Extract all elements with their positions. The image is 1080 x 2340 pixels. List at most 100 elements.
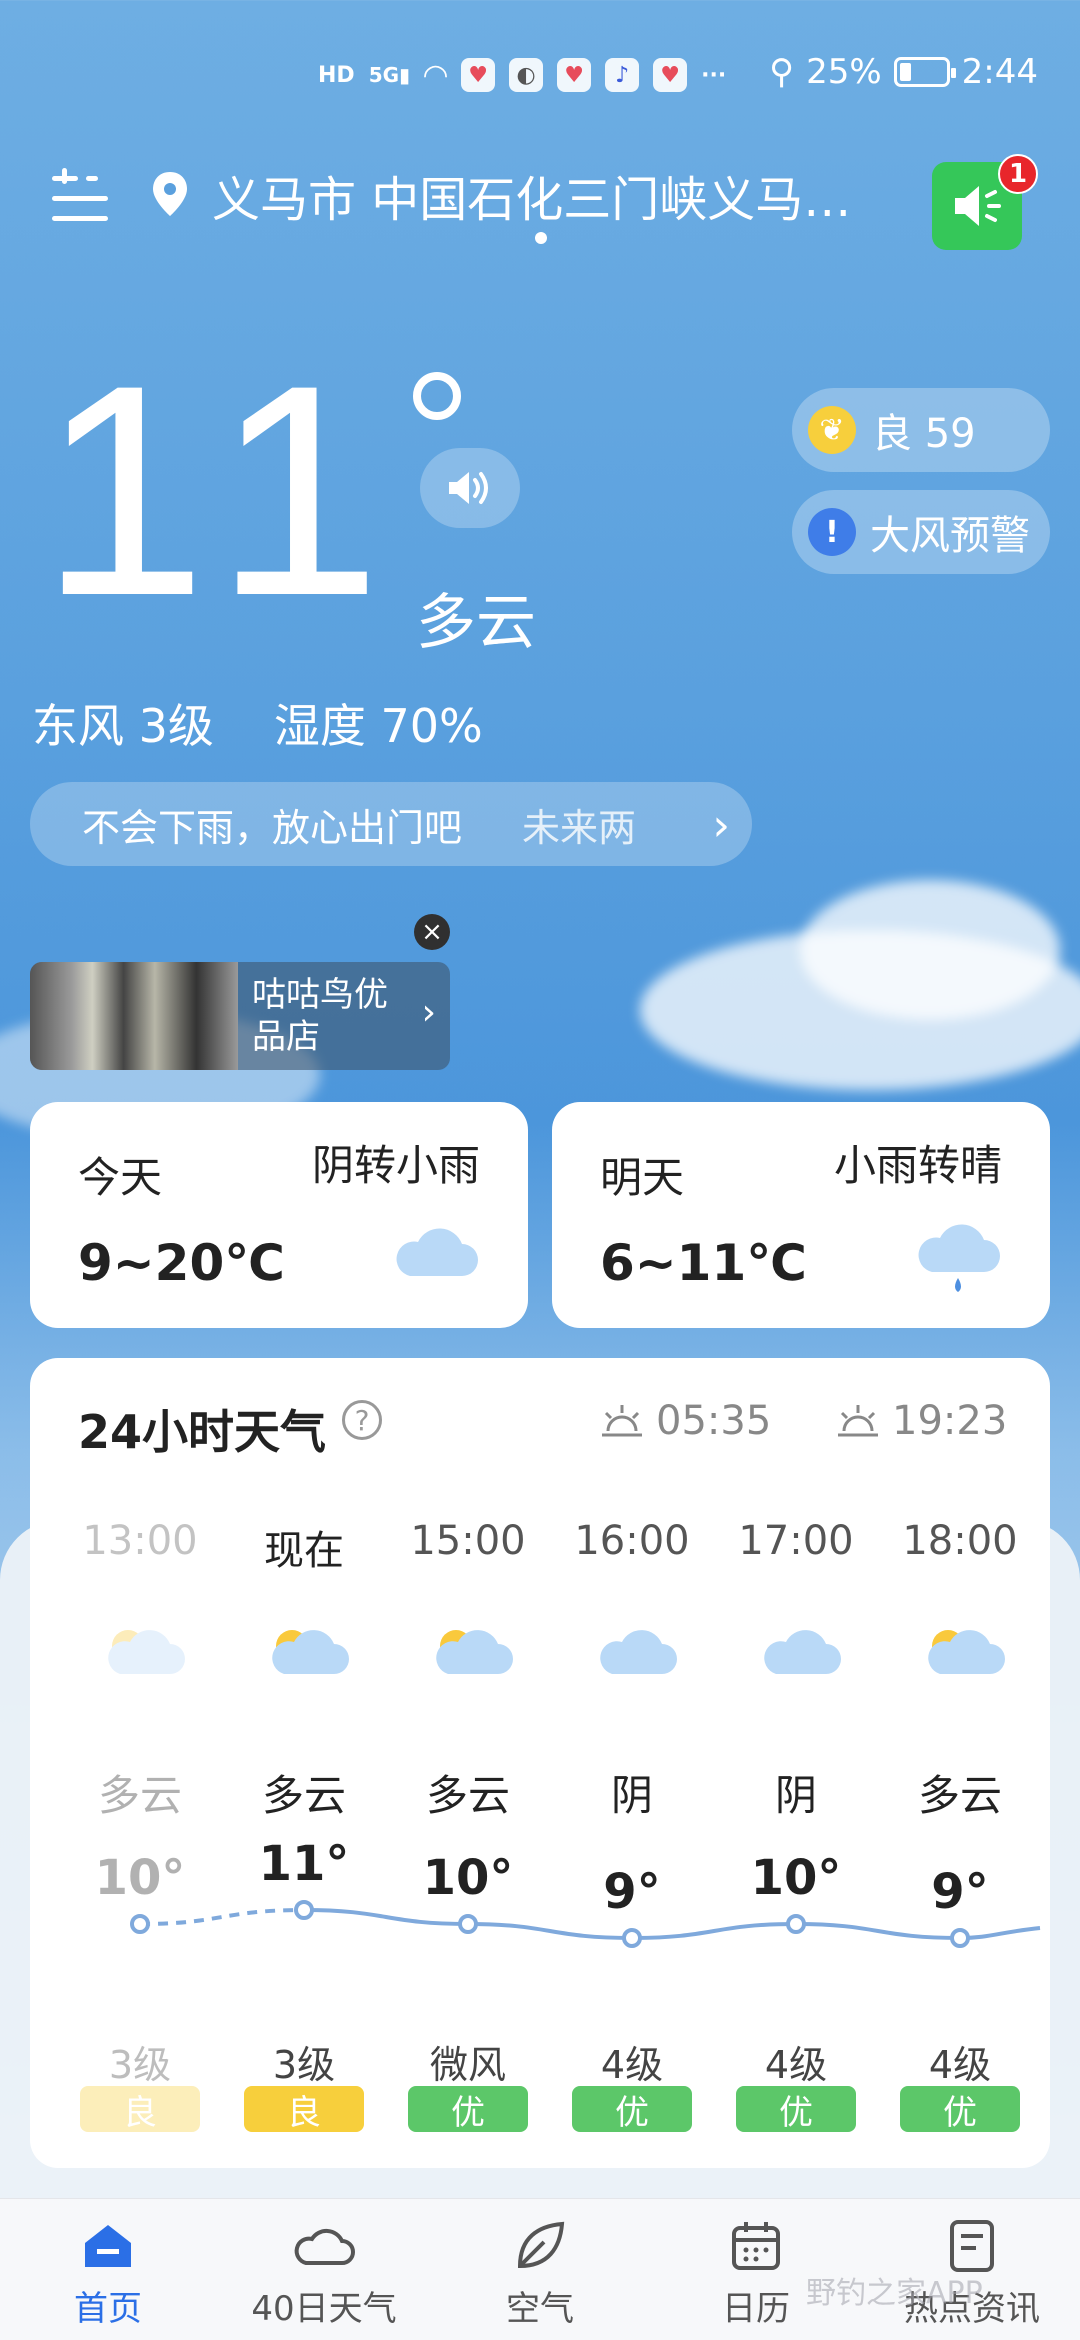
ad-image [30, 962, 238, 1070]
signal-icon: 5G▮ [368, 63, 411, 87]
sunrise-icon [602, 1405, 642, 1437]
temperature-segment [959, 1926, 1041, 1940]
hour-temperature: 9° [931, 1864, 989, 1920]
nav-home-label: 首页 [74, 2289, 142, 2329]
hour-temperature: 11° [258, 1836, 350, 1892]
hour-temperature: 9° [603, 1864, 661, 1920]
aqi-badge[interactable]: ❦ 良 59 [792, 388, 1050, 472]
hour-wind: 4级 [928, 2043, 992, 2087]
nav-home[interactable]: 首页 [18, 2211, 198, 2330]
speaker-icon [955, 186, 1001, 226]
tip-text: 不会下雨，放心出门吧 [82, 805, 463, 850]
sunset-time: 19:23 [892, 1398, 1008, 1444]
location-title[interactable]: 义马市 中国石化三门峡义马… [212, 160, 912, 230]
bg-cloud [800, 880, 1060, 1020]
hour-time: 13:00 [82, 1518, 198, 1564]
temperature-point [130, 1914, 150, 1934]
hour-condition: 多云 [261, 1771, 346, 1820]
chevron-right-icon: › [421, 992, 436, 1033]
ad-banner[interactable]: 咕咕鸟优品店 › [30, 962, 450, 1070]
app-notify-icon: ◐ [509, 58, 544, 92]
news-icon [950, 2220, 994, 2272]
hour-condition: 多云 [917, 1771, 1002, 1820]
nav-40day[interactable]: 40日天气 [234, 2211, 414, 2330]
menu-icon[interactable] [52, 168, 112, 228]
wind-info: 东风 3级 [32, 699, 214, 753]
hour-time: 现在 [264, 1528, 344, 1574]
hourly-item: 15:00 多云 10° 微风优 [386, 1518, 550, 2133]
app-notify-icon: ♥ [557, 58, 592, 92]
hour-temperature: 10° [94, 1850, 186, 1906]
today-label: 今天 [78, 1153, 163, 1202]
hourly-item: 13:00 多云 10° 3级良 [58, 1518, 222, 2133]
help-icon[interactable]: ? [342, 1400, 382, 1440]
cloud-icon [590, 1618, 680, 1686]
temperature-point [622, 1928, 642, 1948]
hour-wind: 4级 [764, 2043, 828, 2087]
degree-symbol [413, 372, 461, 420]
chevron-right-icon: › [712, 800, 730, 851]
temperature-segment [467, 1922, 633, 1940]
hour-time: 16:00 [574, 1518, 690, 1564]
hour-aqi-badge: 优 [408, 2086, 528, 2133]
watermark: 野钓之家APP [806, 2276, 983, 2311]
hour-condition: 阴 [610, 1771, 653, 1820]
hourly-item: 18:00 多云 9° 4级优 [878, 1518, 1042, 2133]
battery-icon [893, 57, 956, 87]
status-icons: HD 5G▮ ◠ ♥ ◐ ♥ ♪ ♥ ··· [318, 58, 726, 93]
temperature-point [786, 1914, 806, 1934]
temperature-segment [795, 1922, 961, 1940]
cloud-icon [754, 1618, 844, 1686]
current-condition: 多云 [416, 588, 536, 658]
read-aloud-button[interactable] [420, 448, 520, 528]
battery-percent: 25% [806, 52, 882, 92]
temperature-point [294, 1900, 314, 1920]
today-card[interactable]: 今天 阴转小雨 9~20℃ [30, 1102, 528, 1328]
sunset: 19:23 [836, 1398, 1007, 1444]
temperature-point [458, 1914, 478, 1934]
ad-title: 咕咕鸟优品店 [252, 975, 388, 1057]
alert-icon: ! [808, 508, 856, 556]
temperature-segment [139, 1908, 305, 1926]
tomorrow-condition: 小雨转晴 [833, 1141, 1002, 1190]
aqi-label: 良 59 [872, 411, 976, 457]
partly-cloudy-icon [98, 1618, 188, 1686]
hour-time: 17:00 [738, 1518, 854, 1564]
wind-warning-badge[interactable]: ! 大风预警 [792, 490, 1050, 574]
hour-wind: 微风 [429, 2043, 506, 2087]
sunrise-time: 05:35 [656, 1398, 772, 1444]
hour-wind: 3级 [272, 2043, 336, 2087]
leaf-icon: ❦ [808, 406, 856, 454]
location-pin-icon [153, 172, 187, 216]
status-bar: HD 5G▮ ◠ ♥ ◐ ♥ ♪ ♥ ··· ⚲ 25% 2:44 [0, 0, 1080, 150]
hour-aqi-badge: 良 [244, 2086, 364, 2133]
cloud-icon [396, 1228, 478, 1276]
tomorrow-range: 6~11℃ [600, 1234, 807, 1292]
page-indicator [535, 232, 547, 244]
hour-time: 15:00 [410, 1518, 526, 1564]
music-icon: ♪ [605, 58, 640, 92]
nav-air[interactable]: 空气 [450, 2211, 630, 2330]
tomorrow-card[interactable]: 明天 小雨转晴 6~11℃ [552, 1102, 1050, 1328]
sunrise: 05:35 [600, 1398, 771, 1444]
hour-wind: 3级 [108, 2043, 172, 2087]
precipitation-tip[interactable]: 不会下雨，放心出门吧 未来两 › [30, 782, 752, 866]
current-temperature: 11 [40, 322, 412, 658]
hour-wind: 4级 [600, 2043, 664, 2087]
hour-condition: 阴 [774, 1771, 817, 1820]
hour-aqi-badge: 优 [900, 2086, 1020, 2133]
hour-aqi-badge: 优 [572, 2086, 692, 2133]
ad-close-button[interactable]: × [414, 914, 450, 950]
hour-temperature: 10° [422, 1850, 514, 1906]
home-icon [85, 2225, 131, 2267]
hourly-item: 现在多云 11° 3级良 [222, 1518, 386, 2133]
sunset-icon [838, 1405, 878, 1437]
tomorrow-label: 明天 [600, 1153, 685, 1202]
clock: 2:44 [961, 52, 1038, 92]
tip-more-text: 未来两 [522, 805, 637, 850]
hour-aqi-badge: 良 [80, 2086, 200, 2133]
cloud-icon [294, 2228, 355, 2265]
hour-aqi-badge: 优 [736, 2086, 856, 2133]
hour-condition: 多云 [97, 1771, 182, 1820]
partly-cloudy-icon [426, 1618, 516, 1686]
